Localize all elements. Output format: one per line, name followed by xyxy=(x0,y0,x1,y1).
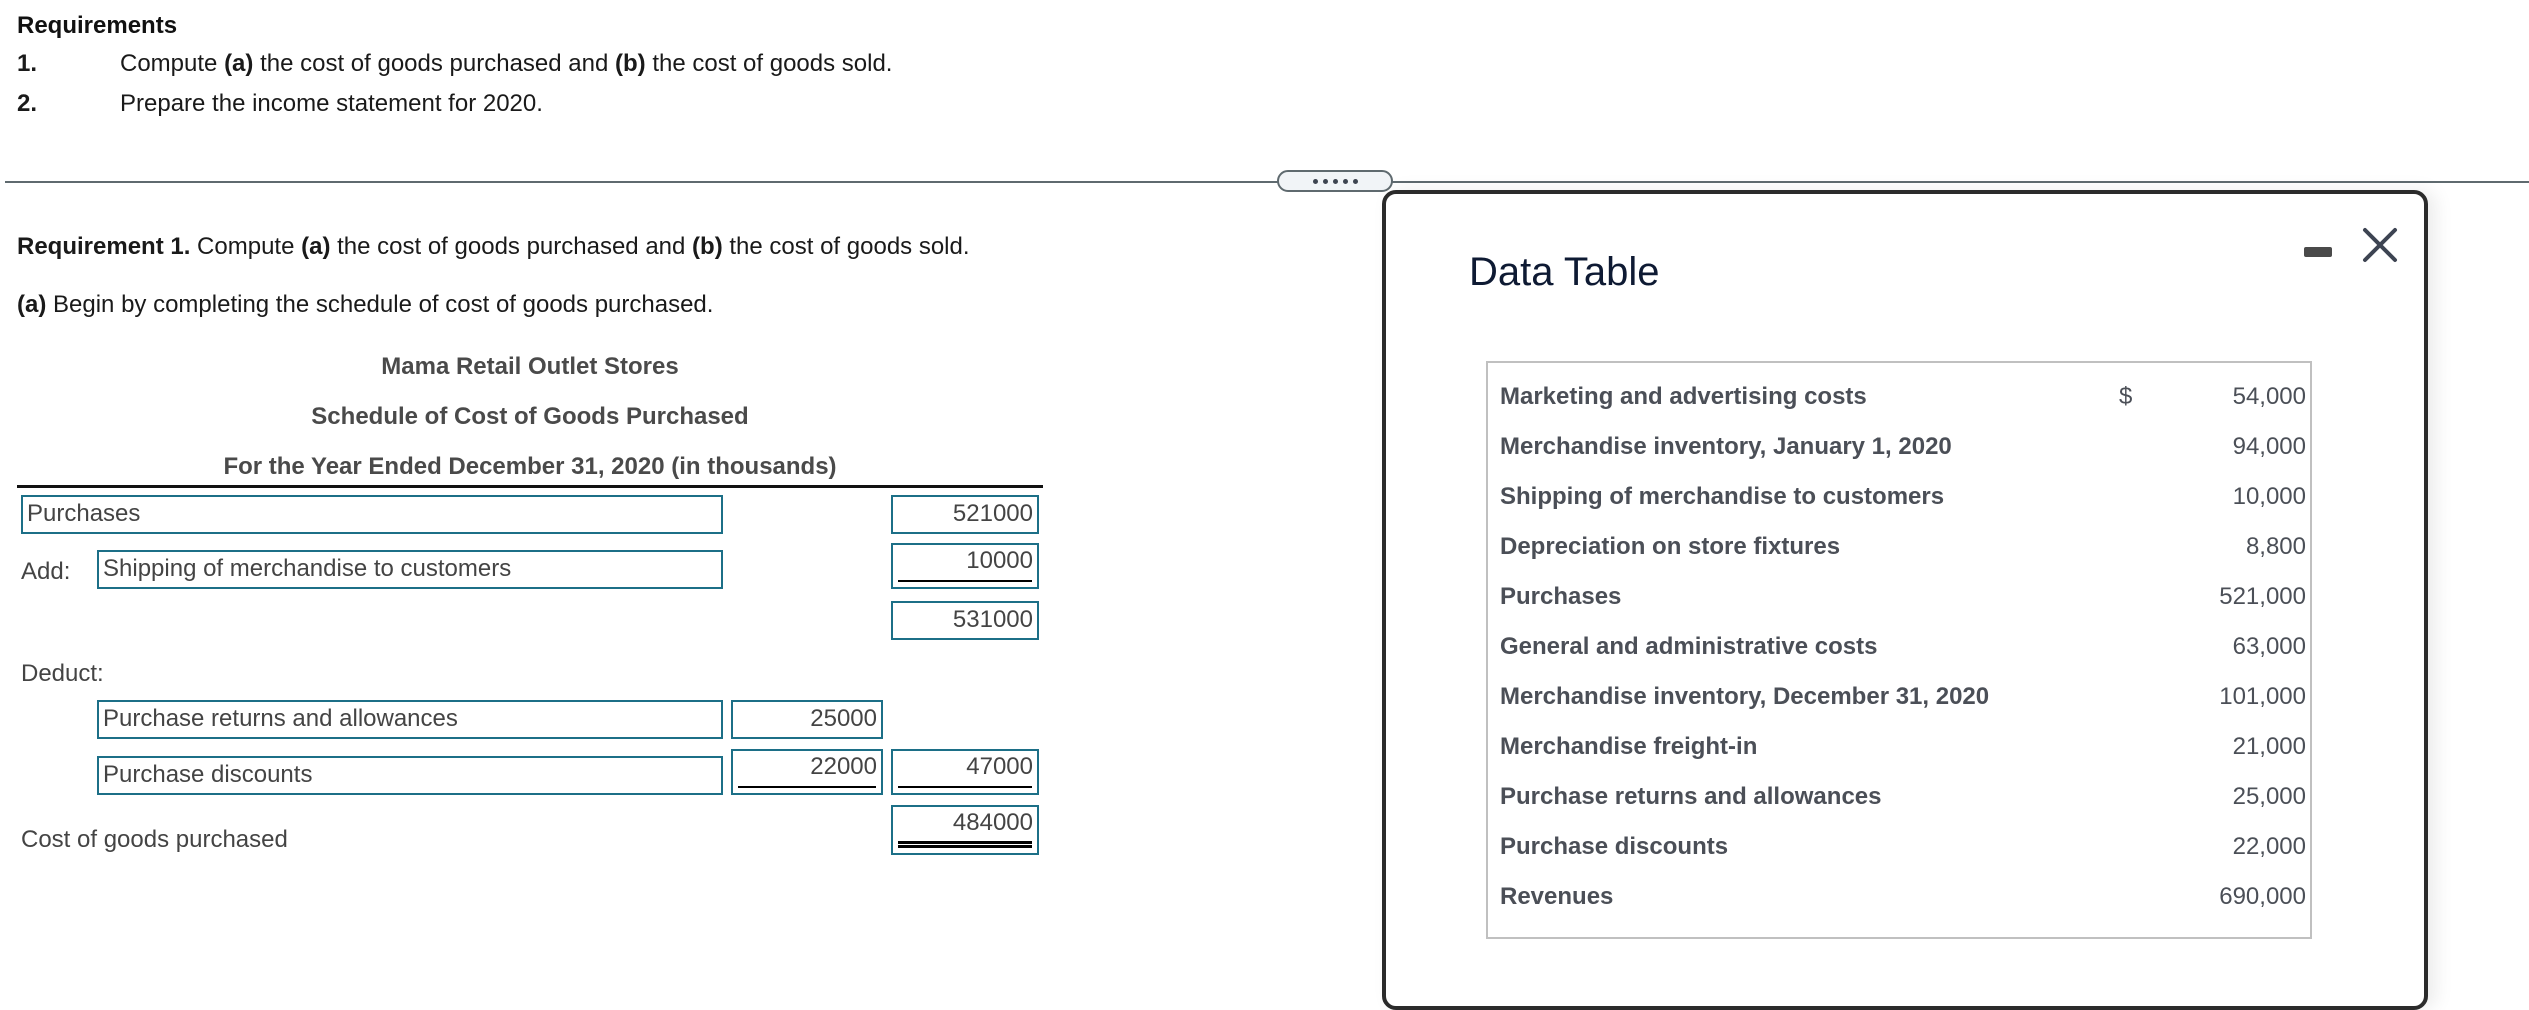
requirement-1-instruction: Requirement 1. Compute (a) the cost of g… xyxy=(17,233,970,261)
data-table: Marketing and advertising costs $54,000 Me… xyxy=(1486,361,2312,939)
add-item-label-input[interactable]: Shipping of merchandise to customers xyxy=(97,550,723,589)
cost-of-goods-purchased-input[interactable]: 484000 xyxy=(891,805,1039,855)
instruction-text: Compute xyxy=(190,233,302,260)
requirement-text-bold: (a) xyxy=(224,50,254,77)
data-table-row-value: 21,000 xyxy=(2232,733,2306,760)
data-table-row-value: 25,000 xyxy=(2232,783,2306,810)
instruction-text: Begin by completing the schedule of cost… xyxy=(46,291,714,318)
currency-symbol: $ xyxy=(2119,383,2133,410)
add-label: Add: xyxy=(21,558,71,585)
data-table-row: Revenues 690,000 xyxy=(1500,883,2310,927)
requirement-item-2: 2. Prepare the income statement for 2020. xyxy=(17,90,543,118)
data-table-row-label: Merchandise inventory, December 31, 2020 xyxy=(1500,683,1990,710)
data-table-row: Merchandise inventory, December 31, 2020… xyxy=(1500,683,2310,727)
data-table-row-value: 10,000 xyxy=(2232,483,2306,510)
data-table-row-label: Depreciation on store fixtures xyxy=(1500,533,1841,560)
schedule-period: For the Year Ended December 31, 2020 (in… xyxy=(223,453,837,480)
minimize-icon[interactable] xyxy=(2304,247,2332,257)
data-table-row-label: Merchandise inventory, January 1, 2020 xyxy=(1500,433,1952,460)
deduct-item-2-label-input[interactable]: Purchase discounts xyxy=(97,756,723,795)
requirement-number: 1. xyxy=(17,50,38,77)
data-table-dialog: Data Table Marketing and advertising cos… xyxy=(1382,190,2428,1010)
requirement-text-bold: (b) xyxy=(615,50,646,77)
data-table-row: General and administrative costs 63,000 xyxy=(1500,633,2310,677)
requirement-text: Compute xyxy=(120,50,225,77)
data-table-row: Purchase returns and allowances 25,000 xyxy=(1500,783,2310,827)
requirement-text: the cost of goods sold. xyxy=(645,50,893,77)
instruction-text: the cost of goods purchased and xyxy=(330,233,693,260)
dot-icon xyxy=(1332,178,1338,184)
requirement-1-label: Requirement 1. xyxy=(17,233,191,260)
data-table-row-value: 94,000 xyxy=(2232,433,2306,460)
requirement-text: the cost of goods purchased and xyxy=(253,50,615,77)
deduct-item-1-amount-input[interactable]: 25000 xyxy=(731,700,883,739)
data-table-row-value: 54,000 xyxy=(2232,383,2306,410)
deduct-item-1-label-input[interactable]: Purchase returns and allowances xyxy=(97,700,723,739)
data-table-row: Purchase discounts 22,000 xyxy=(1500,833,2310,877)
data-table-row: Shipping of merchandise to customers 10,0… xyxy=(1500,483,2310,527)
purchases-amount-input[interactable]: 521000 xyxy=(891,495,1039,534)
part-a-label: (a) xyxy=(17,291,47,318)
company-name: Mama Retail Outlet Stores xyxy=(381,353,679,380)
requirements-title: Requirements xyxy=(17,12,178,39)
total-deductions-input[interactable]: 47000 xyxy=(891,749,1039,795)
heading-rule xyxy=(17,485,1043,488)
data-table-row-label: Purchase returns and allowances xyxy=(1500,783,1882,810)
data-table-row-value: 690,000 xyxy=(2219,883,2306,910)
data-table-row-label: Shipping of merchandise to customers xyxy=(1500,483,1945,510)
data-table-row: Purchases 521,000 xyxy=(1500,583,2310,627)
resize-handle[interactable] xyxy=(1277,170,1393,192)
data-table-row-label: Purchase discounts xyxy=(1500,833,1729,860)
data-table-row: Marketing and advertising costs $54,000 xyxy=(1500,383,2310,427)
data-table-row-value: 63,000 xyxy=(2232,633,2306,660)
dot-icon xyxy=(1322,178,1328,184)
data-table-row-label: General and administrative costs xyxy=(1500,633,1878,660)
deduct-label: Deduct: xyxy=(21,660,104,687)
dot-icon xyxy=(1352,178,1358,184)
section-divider xyxy=(5,181,2529,183)
data-table-row-label: Revenues xyxy=(1500,883,1614,910)
data-table-row-label: Purchases xyxy=(1500,583,1622,610)
data-table-row-value: 8,800 xyxy=(2245,533,2306,560)
add-item-amount-input[interactable]: 10000 xyxy=(891,543,1039,589)
dot-icon xyxy=(1312,178,1318,184)
schedule-title: Schedule of Cost of Goods Purchased xyxy=(311,403,749,430)
data-table-row-label: Merchandise freight-in xyxy=(1500,733,1758,760)
dialog-title: Data Table xyxy=(1469,250,1660,294)
data-table-row-value: 22,000 xyxy=(2232,833,2306,860)
requirement-item-1: 1. Compute (a) the cost of goods purchase… xyxy=(17,50,892,78)
close-icon[interactable] xyxy=(2359,224,2401,266)
instruction-text-bold: (b) xyxy=(692,233,723,260)
instruction-text: the cost of goods sold. xyxy=(722,233,970,260)
subtotal-amount-input[interactable]: 531000 xyxy=(891,601,1039,640)
data-table-row-value: 521,000 xyxy=(2219,583,2306,610)
requirement-text: Prepare the income statement for 2020. xyxy=(120,90,543,117)
dot-icon xyxy=(1342,178,1348,184)
requirement-number: 2. xyxy=(17,90,38,117)
data-table-row: Merchandise freight-in 21,000 xyxy=(1500,733,2310,777)
cost-of-goods-purchased-label: Cost of goods purchased xyxy=(21,826,288,853)
purchases-label-input[interactable]: Purchases xyxy=(21,495,723,534)
deduct-item-2-amount-input[interactable]: 22000 xyxy=(731,749,883,795)
data-table-row-value: 101,000 xyxy=(2219,683,2306,710)
data-table-row: Depreciation on store fixtures 8,800 xyxy=(1500,533,2310,577)
data-table-row: Merchandise inventory, January 1, 2020 94… xyxy=(1500,433,2310,477)
part-a-instruction: (a) Begin by completing the schedule of … xyxy=(17,291,713,319)
instruction-text-bold: (a) xyxy=(301,233,331,260)
data-table-row-label: Marketing and advertising costs xyxy=(1500,383,1867,410)
